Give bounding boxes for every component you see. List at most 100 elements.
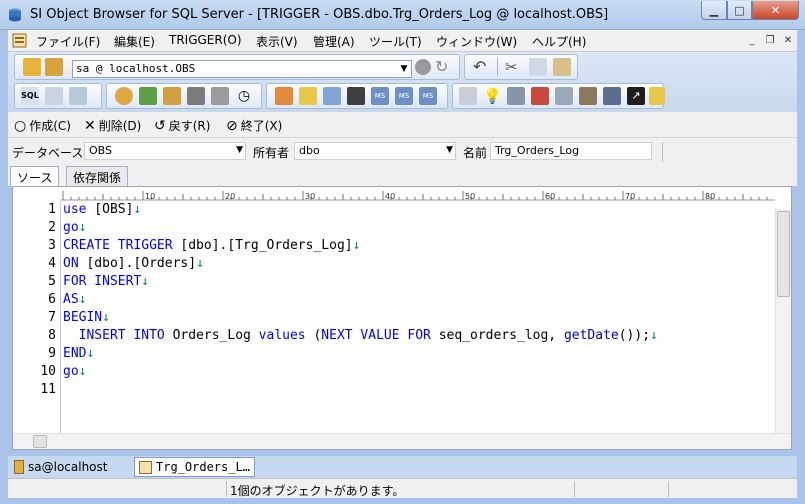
line-number: 4 (48, 256, 56, 271)
exit-button[interactable]: ⊘ 終了(X) (226, 117, 282, 134)
disconnect-icon[interactable] (45, 58, 63, 76)
delete-button[interactable]: ✕ 削除(D) (84, 117, 141, 134)
ruler-label: 80 (705, 192, 715, 201)
ruler-label: 10 (145, 192, 155, 201)
owner-label: 所有者 (253, 146, 290, 160)
chevron-down-icon[interactable]: ▼ (397, 60, 411, 78)
line-number: 10 (40, 364, 56, 379)
line-number: 2 (48, 220, 56, 235)
compare-icon[interactable] (555, 87, 573, 105)
code-line: AS↓ (63, 292, 87, 307)
window-toolbar: 💡 ↗ (452, 83, 665, 109)
jump-icon[interactable]: ↗ (627, 87, 645, 105)
calendar-icon[interactable] (507, 87, 525, 105)
copy-icon[interactable] (529, 58, 547, 76)
bulb-icon[interactable]: 💡 (483, 87, 502, 105)
horizontal-scrollbar[interactable] (13, 433, 791, 449)
minimize-icon: ▁ (709, 3, 719, 17)
tools-icon[interactable] (347, 87, 365, 105)
stop-icon[interactable] (415, 59, 431, 75)
clock-icon[interactable]: ◷ (235, 87, 253, 105)
maximize-button[interactable]: □ (727, 1, 752, 20)
name-label: 名前 (463, 146, 488, 160)
menu-window[interactable]: ウィンドウ(W) (436, 33, 517, 50)
execute-grid-icon[interactable] (323, 87, 341, 105)
tab-dependencies[interactable]: 依存関係 (66, 166, 129, 186)
line-number: 7 (48, 310, 56, 325)
scroll-thumb[interactable] (777, 211, 790, 297)
object-toolbar: ◷ (106, 83, 262, 109)
paste-icon[interactable] (553, 58, 571, 76)
role-icon[interactable] (139, 87, 157, 105)
action-bar: ○ 作成(C) ✕ 削除(D) ↺ 戻す(R) ⊘ 終了(X) (8, 112, 797, 137)
help-book-icon[interactable] (299, 87, 317, 105)
owner-select[interactable]: dbo ▼ (294, 142, 456, 160)
columns-icon[interactable] (603, 87, 621, 105)
doc-tab-session[interactable]: sa@localhost (10, 457, 111, 477)
undo-icon: ↺ (154, 117, 166, 134)
menu-file[interactable]: ファイル(F) (36, 33, 100, 50)
ms-report-icon[interactable]: MS (419, 87, 437, 105)
chevron-down-icon: ▼ (236, 145, 243, 155)
vertical-scrollbar[interactable] (775, 209, 791, 433)
history-icon[interactable] (579, 87, 597, 105)
menu-bar: ファイル(F) 編集(E) TRIGGER(O) 表示(V) 管理(A) ツール… (8, 30, 797, 52)
ruler-label: 30 (305, 192, 315, 201)
menu-view[interactable]: 表示(V) (256, 33, 298, 50)
maximize-icon: □ (734, 3, 745, 17)
menu-trigger[interactable]: TRIGGER(O) (169, 33, 242, 47)
connection-select[interactable]: sa @ localhost.OBS (72, 60, 412, 78)
revert-button[interactable]: ↺ 戻す(R) (154, 117, 210, 134)
lock-icon[interactable] (163, 87, 181, 105)
database-icon[interactable] (187, 87, 205, 105)
line-number: 8 (48, 328, 56, 343)
new-connection-icon[interactable] (23, 58, 41, 76)
sql-editor[interactable]: 10 20 30 40 50 60 70 80 1 2 3 4 5 6 7 8 9 10 11 use [OBS]… (12, 186, 792, 450)
ruler-label: 40 (385, 192, 395, 201)
line-number: 3 (48, 238, 56, 253)
procedure-toolbar: MS MS MS (266, 83, 448, 109)
undo-icon[interactable]: ↶ (473, 58, 491, 76)
mdi-restore-button[interactable]: ❐ (762, 33, 778, 48)
code-line: use [OBS]↓ (63, 202, 142, 217)
menu-edit[interactable]: 編集(E) (114, 33, 155, 50)
document-icon[interactable] (12, 33, 27, 48)
sql-icon[interactable]: SQL (21, 87, 39, 105)
code-area[interactable]: use [OBS]↓ go↓ CREATE TRIGGER [dbo].[Trg… (63, 201, 775, 433)
database-select[interactable]: OBS ▼ (84, 142, 246, 160)
ruler-label: 50 (465, 192, 475, 201)
connection-toolbar: sa @ localhost.OBS ▼ ↻ (14, 54, 460, 80)
table-icon[interactable] (459, 87, 477, 105)
create-button[interactable]: ○ 作成(C) (14, 117, 71, 134)
cut-icon[interactable]: ✂ (505, 58, 523, 76)
convert-icon[interactable] (275, 87, 293, 105)
menu-manage[interactable]: 管理(A) (313, 33, 355, 50)
ms-import-icon[interactable]: MS (395, 87, 413, 105)
minimize-button[interactable]: ▁ (701, 1, 727, 20)
code-line: go↓ (63, 220, 87, 235)
ms-export-icon[interactable]: MS (371, 87, 389, 105)
info-icon[interactable] (649, 87, 665, 105)
scroll-thumb[interactable] (33, 435, 47, 448)
user-icon[interactable] (115, 87, 133, 105)
close-button[interactable]: ✕ (752, 1, 799, 20)
grid-view-icon[interactable] (69, 87, 87, 105)
name-field[interactable]: Trg_Orders_Log (490, 142, 652, 160)
code-line: END↓ (63, 346, 95, 361)
document-icon (139, 460, 152, 474)
doc-tab-trigger[interactable]: Trg_Orders_L… (134, 457, 255, 477)
circle-icon: ○ (14, 117, 27, 134)
mdi-minimize-button[interactable]: _ (744, 33, 760, 48)
sql-toolbar: SQL (14, 83, 102, 109)
tab-source[interactable]: ソース (10, 166, 60, 187)
window-title: SI Object Browser for SQL Server - [TRIG… (30, 7, 609, 22)
window-icon[interactable] (531, 87, 549, 105)
stop-circle-icon: ⊘ (226, 117, 238, 134)
document-tabs: sa@localhost Trg_Orders_L… (8, 456, 797, 478)
report-icon[interactable] (45, 87, 63, 105)
list-icon[interactable] (211, 87, 229, 105)
menu-tools[interactable]: ツール(T) (369, 33, 422, 50)
menu-help[interactable]: ヘルプ(H) (532, 33, 586, 50)
refresh-icon[interactable]: ↻ (435, 58, 453, 76)
mdi-close-button[interactable]: ✕ (780, 33, 796, 48)
